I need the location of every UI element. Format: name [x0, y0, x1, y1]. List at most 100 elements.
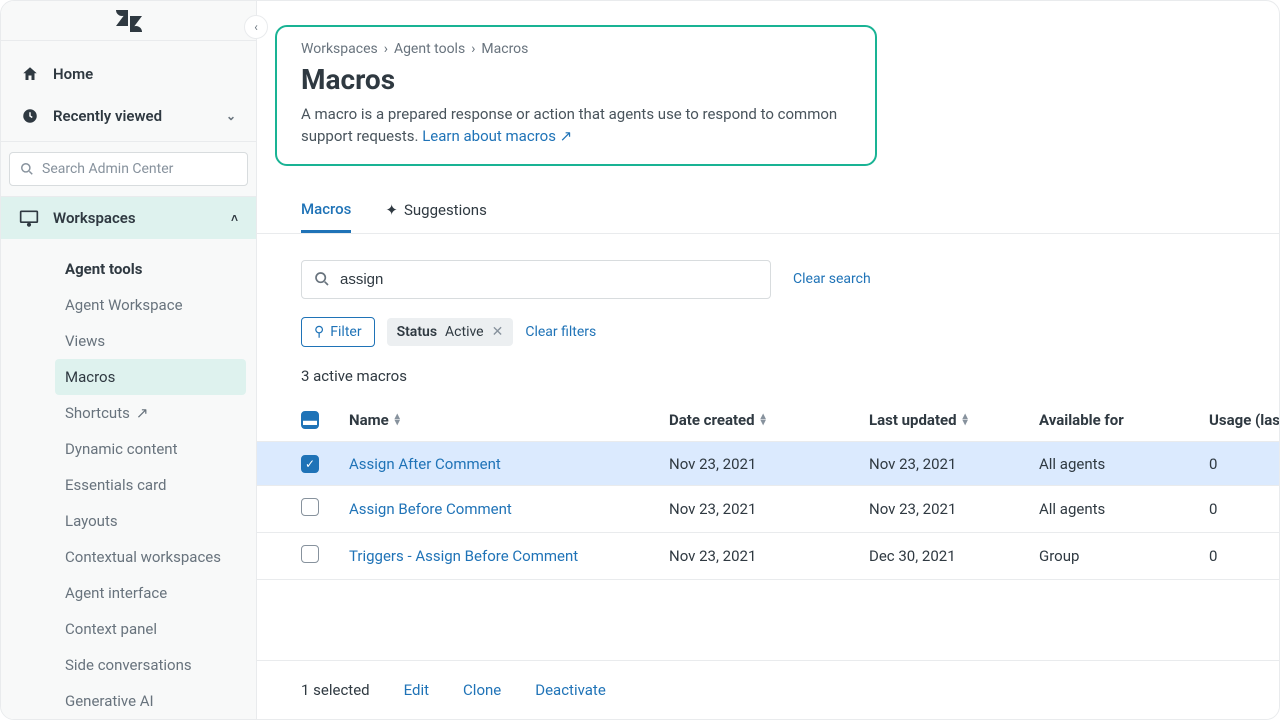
sidebar-item-agent-interface[interactable]: Agent interface — [1, 575, 256, 611]
result-count: 3 active macros — [301, 367, 1279, 385]
sidebar-item-layouts[interactable]: Layouts — [1, 503, 256, 539]
macro-search-input[interactable] — [340, 271, 758, 288]
bulk-action-bar: 1 selected Edit Clone Deactivate — [257, 660, 1279, 719]
row-name-link[interactable]: Triggers - Assign Before Comment — [349, 547, 669, 565]
macros-table: ▬ Name▴▾ Date created▴▾ Last updated▴▾ A… — [257, 399, 1279, 581]
sidebar-item-generative-ai[interactable]: Generative AI — [1, 683, 256, 719]
breadcrumb-workspaces[interactable]: Workspaces — [301, 41, 378, 57]
table-row[interactable]: Assign Before Comment Nov 23, 2021 Nov 2… — [257, 486, 1279, 533]
chevron-left-icon: ‹ — [254, 20, 258, 34]
row-available: All agents — [1039, 455, 1209, 473]
table-row[interactable]: ✓ Assign After Comment Nov 23, 2021 Nov … — [257, 442, 1279, 486]
search-icon — [20, 162, 34, 176]
row-checkbox[interactable]: ✓ — [301, 455, 319, 473]
monitor-icon — [19, 209, 39, 227]
row-created: Nov 23, 2021 — [669, 500, 869, 518]
sidebar-section-workspaces[interactable]: Workspaces ˄ — [1, 197, 256, 239]
row-updated: Nov 23, 2021 — [869, 455, 1039, 473]
page-title: Macros — [301, 63, 851, 96]
sidebar-item-agent-tools[interactable]: Agent tools — [1, 251, 256, 287]
logo-bar: ‹ — [1, 1, 256, 41]
row-usage: 0 — [1209, 500, 1279, 518]
search-icon — [314, 271, 330, 287]
breadcrumb-agent-tools[interactable]: Agent tools — [394, 41, 465, 57]
sidebar-item-side-conversations[interactable]: Side conversations — [1, 647, 256, 683]
clone-button[interactable]: Clone — [463, 681, 501, 699]
selected-count: 1 selected — [301, 681, 370, 699]
row-checkbox[interactable] — [301, 498, 319, 516]
external-link-icon: ↗ — [560, 127, 573, 145]
breadcrumb-macros: Macros — [481, 41, 528, 57]
chevron-right-icon: › — [384, 41, 388, 57]
tab-macros[interactable]: Macros — [301, 190, 351, 233]
row-usage: 0 — [1209, 455, 1279, 473]
row-created: Nov 23, 2021 — [669, 455, 869, 473]
sidebar-search-wrap: Search Admin Center — [1, 142, 256, 197]
sidebar-item-macros[interactable]: Macros — [55, 359, 246, 395]
tabs: Macros ✦ Suggestions — [257, 190, 1279, 234]
clear-search-link[interactable]: Clear search — [793, 271, 871, 287]
sidebar-item-essentials-card[interactable]: Essentials card — [1, 467, 256, 503]
row-created: Nov 23, 2021 — [669, 547, 869, 565]
sidebar-search[interactable]: Search Admin Center — [9, 152, 248, 186]
sliders-icon: ⚲ — [314, 324, 324, 340]
main: Workspaces › Agent tools › Macros Macros… — [257, 1, 1279, 719]
table-header: ▬ Name▴▾ Date created▴▾ Last updated▴▾ A… — [257, 399, 1279, 443]
controls: Clear search ⚲ Filter Status Active ✕ Cl… — [257, 234, 1279, 347]
zendesk-logo-icon — [115, 10, 143, 32]
nav-home[interactable]: Home — [1, 53, 256, 95]
sidebar-item-contextual-workspaces[interactable]: Contextual workspaces — [1, 539, 256, 575]
row-name-link[interactable]: Assign Before Comment — [349, 500, 669, 518]
col-available[interactable]: Available for — [1039, 411, 1209, 429]
table-row[interactable]: Triggers - Assign Before Comment Nov 23,… — [257, 533, 1279, 580]
row-available: Group — [1039, 547, 1209, 565]
sidebar-item-shortcuts[interactable]: Shortcuts ↗ — [1, 395, 256, 431]
status-filter-chip[interactable]: Status Active ✕ — [387, 318, 514, 346]
col-created[interactable]: Date created▴▾ — [669, 411, 869, 429]
home-icon — [21, 65, 39, 83]
learn-more-link[interactable]: Learn about macros ↗ — [422, 127, 572, 145]
page-description: A macro is a prepared response or action… — [301, 104, 851, 148]
edit-button[interactable]: Edit — [404, 681, 429, 699]
external-link-icon: ↗ — [136, 404, 149, 422]
sort-icon: ▴▾ — [395, 414, 400, 426]
chevron-right-icon: › — [471, 41, 475, 57]
row-available: All agents — [1039, 500, 1209, 518]
sort-icon: ▴▾ — [963, 414, 968, 426]
tab-suggestions[interactable]: ✦ Suggestions — [385, 190, 486, 233]
filter-button[interactable]: ⚲ Filter — [301, 317, 375, 347]
chevron-up-icon: ˄ — [231, 211, 238, 225]
clock-icon — [21, 107, 39, 125]
header-callout: Workspaces › Agent tools › Macros Macros… — [275, 25, 877, 166]
nav-recent-label: Recently viewed — [53, 107, 162, 125]
row-name-link[interactable]: Assign After Comment — [349, 455, 669, 473]
sidebar-item-views[interactable]: Views — [1, 323, 256, 359]
row-updated: Nov 23, 2021 — [869, 500, 1039, 518]
sort-icon: ▴▾ — [761, 414, 766, 426]
chevron-down-icon: ⌄ — [226, 109, 236, 123]
col-updated[interactable]: Last updated▴▾ — [869, 411, 1039, 429]
deactivate-button[interactable]: Deactivate — [535, 681, 606, 699]
sidebar-item-context-panel[interactable]: Context panel — [1, 611, 256, 647]
sparkle-icon: ✦ — [385, 201, 398, 219]
col-name[interactable]: Name▴▾ — [349, 411, 669, 429]
sidebar-search-placeholder: Search Admin Center — [42, 161, 173, 177]
sidebar: ‹ Home Recently viewed ⌄ Search Admin Ce… — [1, 1, 257, 719]
row-updated: Dec 30, 2021 — [869, 547, 1039, 565]
nav-recent[interactable]: Recently viewed ⌄ — [1, 95, 256, 137]
col-usage[interactable]: Usage (las — [1209, 411, 1279, 429]
nav-home-label: Home — [53, 65, 93, 83]
breadcrumb: Workspaces › Agent tools › Macros — [301, 41, 851, 57]
sidebar-item-dynamic-content[interactable]: Dynamic content — [1, 431, 256, 467]
sidebar-section-label: Workspaces — [53, 209, 136, 227]
select-all-checkbox[interactable]: ▬ — [301, 411, 319, 429]
sidebar-subnav: Agent tools Agent Workspace Views Macros… — [1, 239, 256, 719]
sidebar-item-agent-workspace[interactable]: Agent Workspace — [1, 287, 256, 323]
collapse-sidebar-button[interactable]: ‹ — [244, 15, 268, 39]
macro-search[interactable] — [301, 260, 771, 299]
close-icon[interactable]: ✕ — [492, 324, 504, 340]
nav-top: Home Recently viewed ⌄ — [1, 41, 256, 142]
row-checkbox[interactable] — [301, 545, 319, 563]
clear-filters-link[interactable]: Clear filters — [525, 324, 596, 340]
row-usage: 0 — [1209, 547, 1279, 565]
